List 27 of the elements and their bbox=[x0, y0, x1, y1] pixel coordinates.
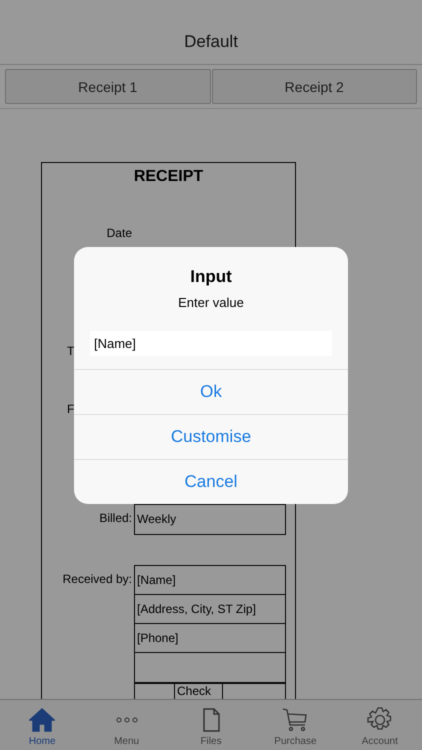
receipt-tab[interactable]: Receipt 1 bbox=[5, 69, 210, 104]
dialog-button[interactable]: Ok bbox=[74, 369, 348, 414]
field-cell: [Phone] bbox=[135, 624, 285, 653]
more-icon bbox=[116, 717, 138, 723]
tab-bar-item[interactable]: Purchase bbox=[253, 700, 338, 750]
field-label: Date bbox=[106, 226, 132, 240]
receipt-tab[interactable]: Receipt 2 bbox=[212, 69, 417, 104]
tab-bar-item[interactable]: Account bbox=[338, 700, 422, 750]
dialog-message: Enter value bbox=[177, 295, 245, 310]
field-label: Billed: bbox=[99, 511, 132, 525]
input-field[interactable]: [Name] bbox=[90, 331, 332, 356]
tab-bar-item[interactable]: Menu bbox=[84, 700, 169, 750]
tab-bar-item[interactable]: Files bbox=[168, 700, 254, 750]
field-cell: [Name] bbox=[135, 566, 285, 595]
page-title: Default bbox=[184, 32, 238, 52]
dialog-title: Input bbox=[189, 267, 233, 287]
receipt-title: RECEIPT bbox=[132, 167, 204, 187]
field-cell: [Address, City, ST Zip] bbox=[135, 595, 285, 624]
field-label: T bbox=[66, 343, 74, 360]
field-cell-text: Weekly bbox=[136, 511, 178, 528]
field-label: F bbox=[66, 401, 74, 418]
home-icon bbox=[29, 707, 56, 733]
dialog-button[interactable]: Customise bbox=[74, 414, 348, 459]
tab-bar-item[interactable]: Home bbox=[0, 700, 84, 750]
dialog-button[interactable]: Cancel bbox=[74, 459, 348, 504]
field-label: Received by: bbox=[62, 572, 132, 586]
cart-icon bbox=[282, 707, 308, 733]
